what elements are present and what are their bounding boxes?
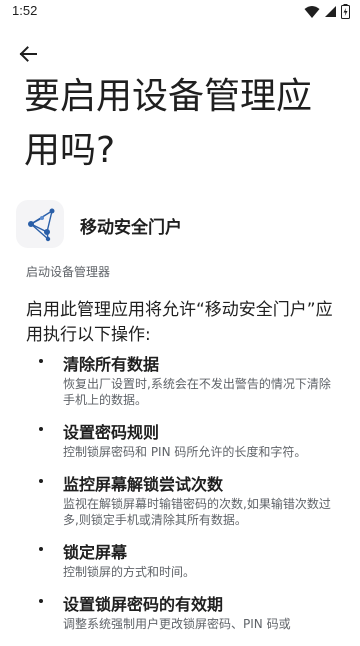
- status-bar: 1:52: [0, 0, 360, 24]
- status-time: 1:52: [12, 3, 38, 18]
- arrow-back-icon: [19, 46, 37, 62]
- permission-title: 监控屏幕解锁尝试次数: [63, 475, 224, 494]
- app-name: 移动安全门户: [80, 218, 182, 238]
- app-icon: [16, 200, 64, 248]
- bullet-icon: [39, 427, 43, 431]
- bullet-icon: [39, 359, 43, 363]
- permission-description: 控制锁屏的方式和时间。: [63, 565, 196, 579]
- cellular-signal-icon: [325, 6, 336, 17]
- bullet-icon: [39, 479, 43, 483]
- bullet-icon: [39, 599, 43, 603]
- permission-title: 清除所有数据: [63, 355, 160, 374]
- app-description: 启动设备管理器: [26, 265, 111, 279]
- permission-title: 锁定屏幕: [63, 543, 128, 562]
- permission-description: 调整系统强制用户更改锁屏密码、PIN 码或: [63, 617, 291, 631]
- list-item: 监控屏幕解锁尝试次数 监视在解锁屏幕时输错密码的次数,如果输错次数过多,则锁定手…: [0, 474, 360, 528]
- permission-description: 恢复出厂设置时,系统会在不发出警告的情况下清除手机上的数据。: [63, 377, 331, 407]
- app-logo-icon: [28, 208, 55, 242]
- back-button[interactable]: [12, 38, 44, 70]
- battery-charging-icon: [341, 4, 350, 19]
- app-row: 移动安全门户: [16, 200, 346, 250]
- permission-title: 设置锁屏密码的有效期: [63, 595, 224, 614]
- page-title: 要启用设备管理应用吗?: [24, 76, 313, 171]
- status-icons: [304, 4, 350, 19]
- permission-list: 清除所有数据 恢复出厂设置时,系统会在不发出警告的情况下清除手机上的数据。 设置…: [0, 354, 360, 646]
- wifi-icon: [304, 5, 320, 18]
- bullet-icon: [39, 547, 43, 551]
- permission-title: 设置密码规则: [63, 423, 160, 442]
- list-item: 锁定屏幕 控制锁屏的方式和时间。: [0, 542, 360, 580]
- permission-description: 监视在解锁屏幕时输错密码的次数,如果输错次数过多,则锁定手机或清除其所有数据。: [63, 497, 331, 527]
- permission-description: 控制锁屏密码和 PIN 码所允许的长度和字符。: [63, 445, 307, 459]
- intro-text: 启用此管理应用将允许“移动安全门户”应用执行以下操作:: [26, 300, 333, 345]
- list-item: 设置锁屏密码的有效期 调整系统强制用户更改锁屏密码、PIN 码或: [0, 594, 360, 632]
- list-item: 设置密码规则 控制锁屏密码和 PIN 码所允许的长度和字符。: [0, 422, 360, 460]
- list-item: 清除所有数据 恢复出厂设置时,系统会在不发出警告的情况下清除手机上的数据。: [0, 354, 360, 408]
